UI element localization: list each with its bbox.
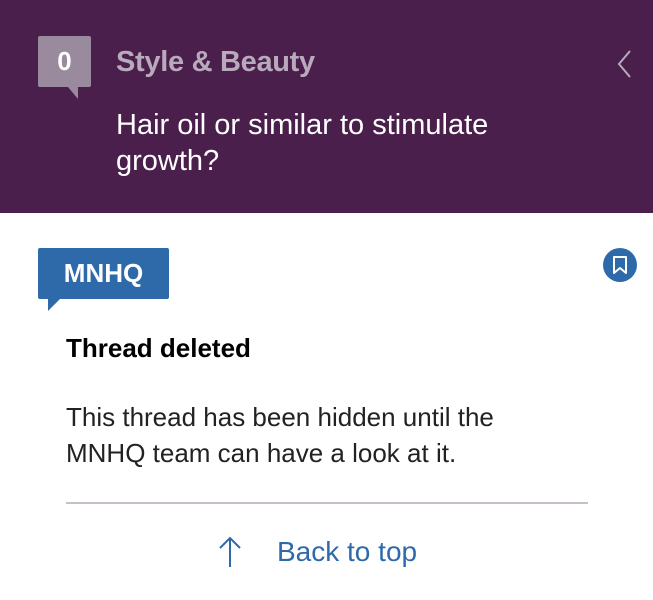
back-to-top-link[interactable]: Back to top <box>215 535 417 569</box>
deleted-heading: Thread deleted <box>66 333 251 363</box>
divider <box>66 502 588 504</box>
up-arrow-icon <box>219 536 241 567</box>
reply-count-badge: 0 <box>38 36 91 99</box>
back-chevron-icon[interactable] <box>612 47 638 81</box>
category-link[interactable]: Style & Beauty <box>116 46 315 79</box>
poster-badge: MNHQ <box>38 248 169 311</box>
thread-header: 0 Style & Beauty Hair oil or similar to … <box>0 0 653 213</box>
back-to-top-label: Back to top <box>277 536 418 567</box>
thread-title: Hair oil or similar to stimulate growth? <box>116 109 489 177</box>
bookmark-icon <box>613 256 627 274</box>
deleted-message: This thread has been hidden until the MN… <box>66 402 494 468</box>
bookmark-button[interactable] <box>603 248 637 282</box>
